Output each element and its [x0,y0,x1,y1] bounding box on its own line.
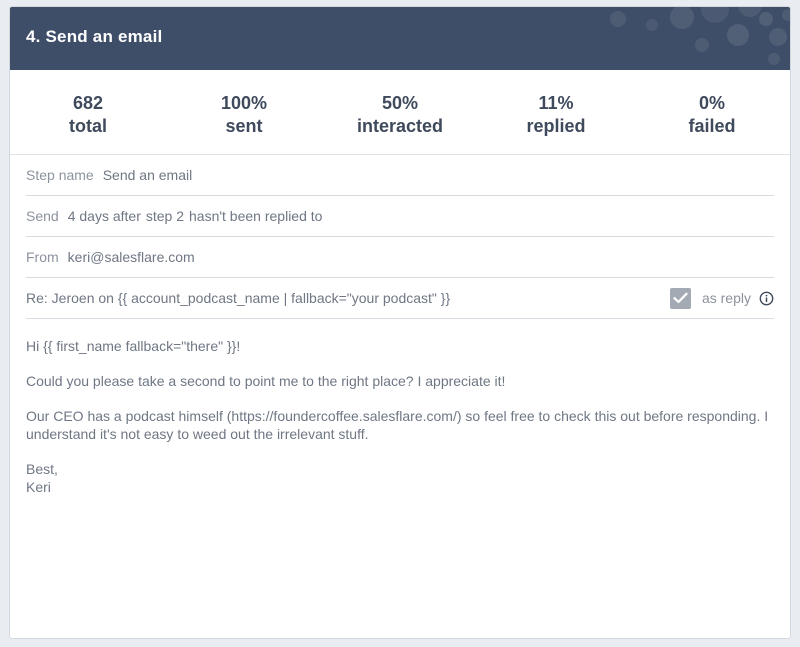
body-signature: Keri [26,479,51,495]
stat-label: replied [526,116,586,136]
body-signoff: Best, [26,461,58,477]
from-label: From [26,249,59,265]
stat-total: 682 total [10,70,166,154]
send-step-select[interactable]: step 2 [146,208,184,224]
as-reply-controls: as reply [669,278,774,318]
step-name-label: Step name [26,167,94,183]
as-reply-checkbox[interactable] [669,287,691,309]
stat-label: interacted [356,116,444,136]
as-reply-label: as reply [701,290,751,306]
step-title: 4. Send an email [26,27,163,46]
email-body-editor[interactable]: Hi {{ first_name fallback="there" }}! Co… [26,319,774,496]
stat-value: 100% [220,93,268,113]
header-bubbles-decoration [610,7,790,65]
step-name-input[interactable]: Send an email [103,167,193,183]
stats-row: 682 total 100% sent 50% interacted 11% r… [10,70,790,155]
info-icon[interactable] [759,291,774,306]
stat-value: 11% [538,93,574,113]
stat-label: total [69,116,107,136]
stat-interacted: 50% interacted [322,70,478,154]
from-field[interactable]: From keri@salesflare.com [26,237,774,278]
send-label: Send [26,208,59,224]
stat-replied: 11% replied [478,70,634,154]
body-paragraph-1: Could you please take a second to point … [26,373,506,389]
from-select[interactable]: keri@salesflare.com [68,249,195,265]
send-condition-select[interactable]: hasn't been replied to [189,208,322,224]
send-schedule-field: Send 4 days after step 2 hasn't been rep… [26,196,774,237]
step-name-field[interactable]: Step name Send an email [26,155,774,196]
email-step-card: 4. Send an email 682 total 100% sent 50%… [9,6,791,639]
card-header: 4. Send an email [10,7,790,70]
stat-value: 682 [72,93,104,113]
stat-label: sent [225,116,263,136]
stat-value: 50% [381,93,419,113]
stat-sent: 100% sent [166,70,322,154]
stat-label: failed [688,116,736,136]
stat-failed: 0% failed [634,70,790,154]
stat-value: 0% [698,93,725,113]
subject-input[interactable]: Re: Jeroen on {{ account_podcast_name | … [26,290,450,306]
body-paragraph-2: Our CEO has a podcast himself (https://f… [26,408,769,442]
body-greeting: Hi {{ first_name fallback="there" }}! [26,338,241,354]
send-days-select[interactable]: 4 days after [68,208,141,224]
checkmark-icon [673,292,688,304]
subject-field: Re: Jeroen on {{ account_podcast_name | … [26,278,774,319]
